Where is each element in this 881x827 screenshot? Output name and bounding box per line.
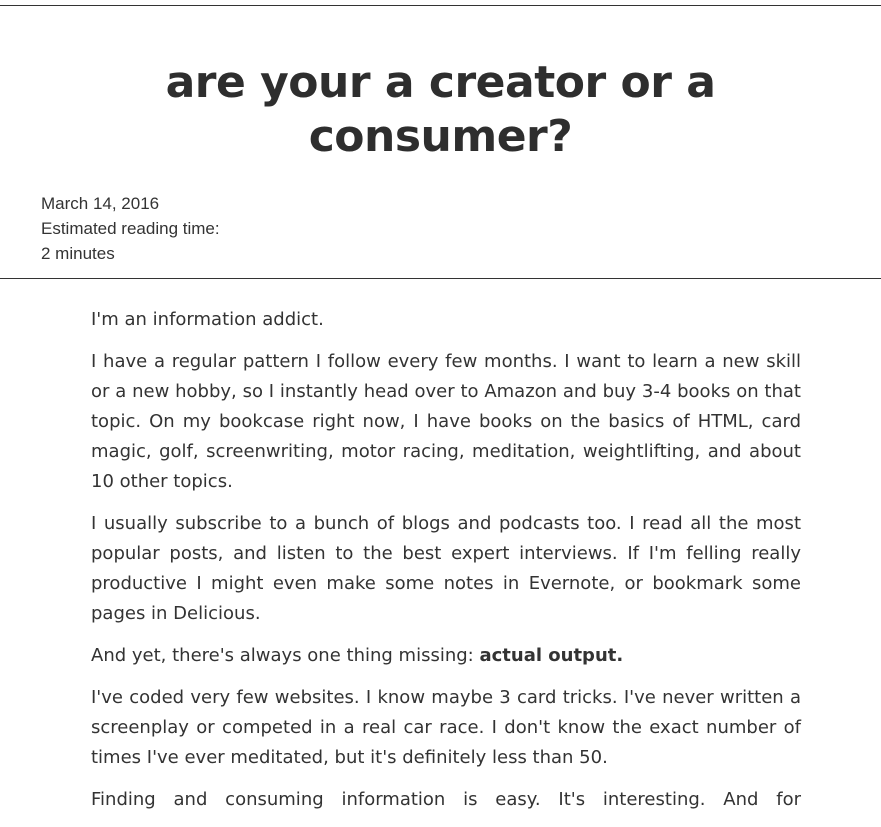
paragraph-4-text: And yet, there's always one thing missin… (91, 645, 480, 666)
post-date: March 14, 2016 (41, 194, 160, 213)
post-title: are your a creator or a consumer? (0, 56, 881, 164)
post-title-line-1: are your a creator or a (165, 57, 716, 108)
reading-time-label: Estimated reading time: (41, 219, 220, 238)
header-bottom-divider (0, 278, 881, 279)
paragraph-4: And yet, there's always one thing missin… (91, 641, 801, 671)
paragraph-2: I have a regular pattern I follow every … (91, 351, 801, 492)
post-title-line-2: consumer? (308, 111, 573, 162)
paragraph-6: Finding and consuming information is eas… (91, 789, 801, 810)
paragraph-3: I usually subscribe to a bunch of blogs … (91, 513, 801, 624)
post-meta: March 14, 2016 Estimated reading time: 2… (41, 191, 220, 266)
post-body: I'm an information addict. I have a regu… (91, 305, 801, 827)
paragraph-1: I'm an information addict. (91, 309, 324, 330)
paragraph-4-emphasis: actual output. (479, 645, 624, 666)
header-top-divider (0, 5, 881, 6)
paragraph-5: I've coded very few websites. I know may… (91, 687, 801, 768)
reading-time-value: 2 minutes (41, 244, 115, 263)
